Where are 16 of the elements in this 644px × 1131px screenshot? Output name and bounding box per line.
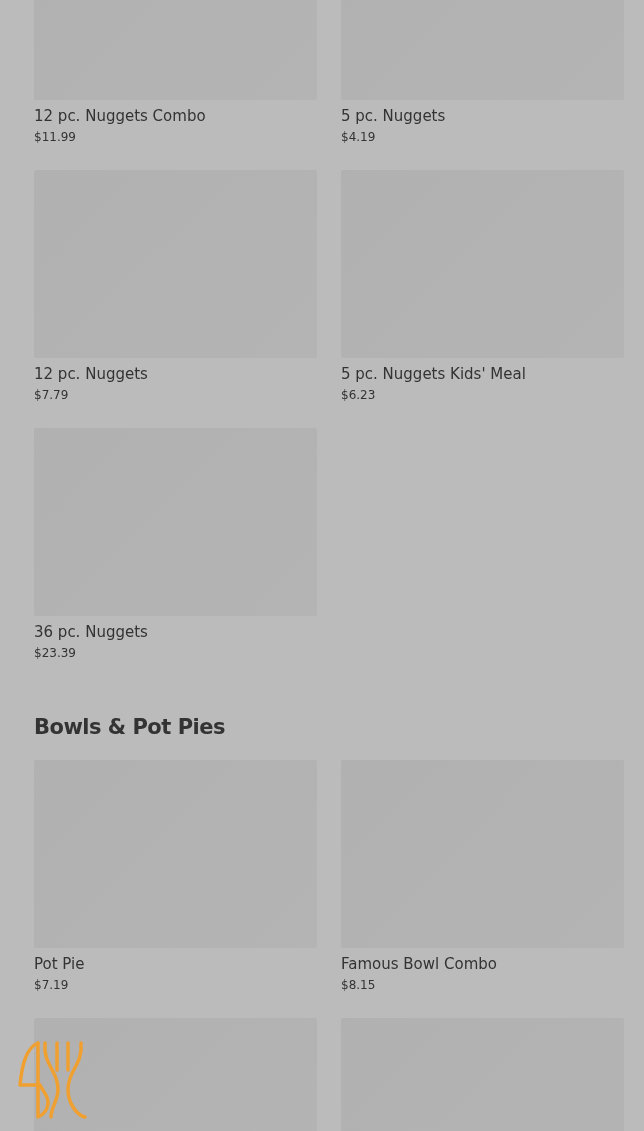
product-name[interactable]: 12 pc. Nuggets: [34, 363, 317, 385]
product-price: $8.15: [341, 977, 377, 994]
section-heading: Bowls & Pot Pies: [34, 714, 226, 741]
product-name[interactable]: Famous Bowl Combo: [341, 953, 624, 975]
product-price: $23.39: [34, 645, 77, 662]
product-price: $7.19: [34, 977, 70, 994]
product-name[interactable]: Pot Pie: [34, 953, 317, 975]
product-price: $7.79: [34, 387, 70, 404]
product-name[interactable]: 12 pc. Nuggets Combo: [34, 105, 317, 127]
product-name[interactable]: 5 pc. Nuggets Kids' Meal: [341, 363, 624, 385]
product-price: $11.99: [34, 129, 77, 146]
utensils-icon[interactable]: [18, 1040, 88, 1120]
product-name[interactable]: 36 pc. Nuggets: [34, 621, 317, 643]
product-price: $4.19: [341, 129, 377, 146]
product-name[interactable]: 5 pc. Nuggets: [341, 105, 624, 127]
product-price: $6.23: [341, 387, 377, 404]
